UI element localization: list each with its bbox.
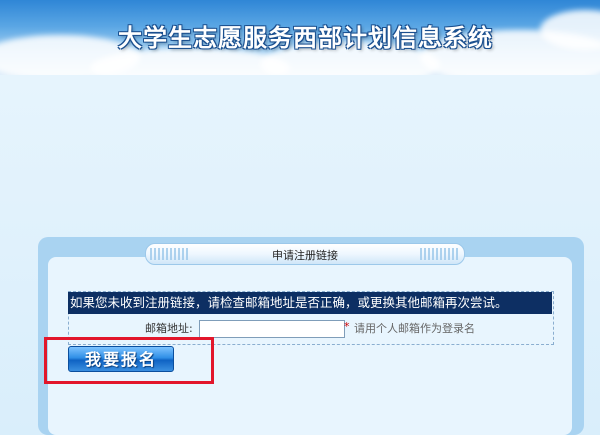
- email-input[interactable]: [199, 320, 345, 338]
- register-button[interactable]: 我要报名: [68, 346, 174, 372]
- system-title: 大学生志愿服务西部计划信息系统: [118, 24, 493, 52]
- notice-text: 如果您未收到注册链接，请检查邮箱地址是否正确，或更换其他邮箱再次尝试。: [70, 295, 508, 310]
- email-hint: 请用个人邮箱作为登录名: [354, 322, 475, 335]
- email-label: 邮箱地址:: [145, 322, 193, 335]
- notice-message: 如果您未收到注册链接，请检查邮箱地址是否正确，或更换其他邮箱再次尝试。: [68, 292, 552, 314]
- required-mark: *: [344, 320, 350, 333]
- panel-title: 申请注册链接: [272, 249, 338, 262]
- header-banner: 大学生志愿服务西部计划信息系统: [0, 0, 600, 75]
- panel-header: 申请注册链接: [145, 243, 465, 265]
- header-decoration: [420, 248, 460, 260]
